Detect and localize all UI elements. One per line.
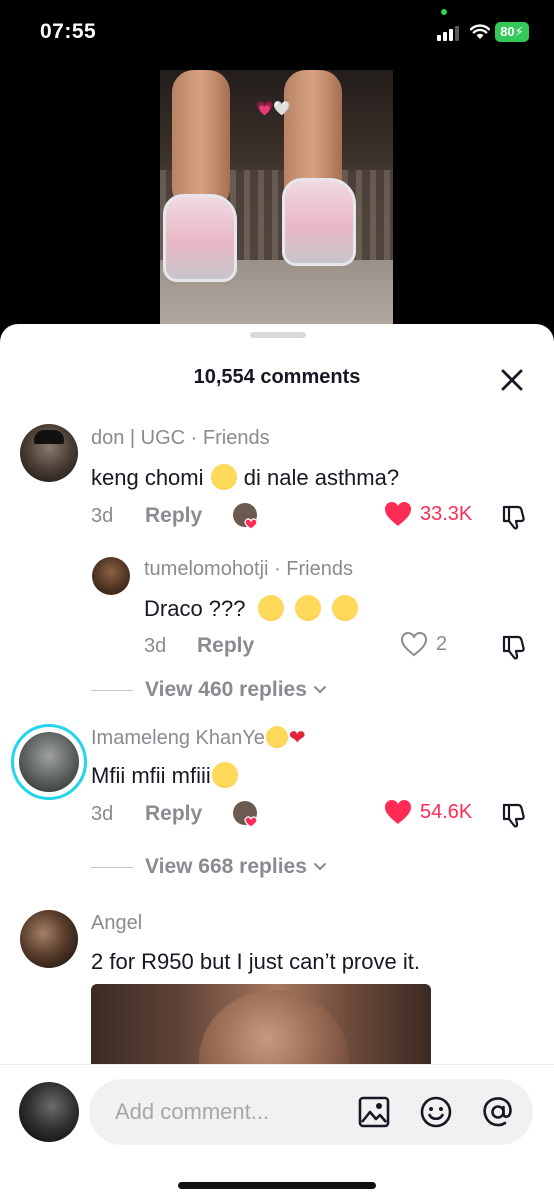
red-heart-emoji: ❤: [288, 727, 306, 749]
video-caption: 💗🤍: [256, 100, 291, 116]
video-shoe-right: [282, 178, 356, 266]
reply-button[interactable]: Reply: [145, 802, 202, 826]
image-icon[interactable]: [357, 1095, 391, 1129]
battery-level: 80: [500, 24, 515, 39]
like-button[interactable]: 54.6K: [384, 799, 472, 825]
emoji-icon[interactable]: [419, 1095, 453, 1129]
creator-liked-icon: [233, 801, 258, 828]
like-button[interactable]: 33.3K: [384, 501, 472, 527]
comment-username[interactable]: Imameleng KhanYe ❤: [91, 725, 306, 750]
pleading-face-emoji: [210, 464, 237, 490]
avatar-with-story-ring[interactable]: [11, 724, 87, 800]
view-replies-button[interactable]: View 460 replies: [91, 678, 327, 702]
status-bar: 07:55 80⚡: [0, 0, 554, 66]
crying-face-emoji: [294, 595, 321, 621]
comment-text-before: keng chomi: [91, 465, 204, 490]
comment-text-body: Draco ???: [144, 596, 246, 621]
camera-in-use-indicator: [441, 9, 447, 15]
chevron-down-icon: [313, 863, 326, 871]
video-preview[interactable]: 💗🤍: [160, 70, 393, 332]
comment-username-text: tumelomohotji: [144, 558, 269, 580]
view-replies-label: View 668 replies: [145, 855, 307, 878]
friends-label: Friends: [286, 558, 353, 580]
comment-age: 3d: [91, 803, 114, 825]
comment-text: Draco ???: [144, 595, 359, 622]
dislike-icon[interactable]: [500, 503, 528, 531]
comment-age: 3d: [91, 505, 114, 527]
divider-line: [91, 866, 133, 868]
comment-text-after: di nale asthma?: [243, 465, 400, 490]
comment-username-text: don | UGC: [91, 427, 186, 449]
like-count: 33.3K: [420, 502, 473, 525]
reply-button[interactable]: Reply: [145, 504, 202, 528]
divider-line: [91, 689, 133, 691]
dislike-icon[interactable]: [500, 801, 528, 829]
comment-username[interactable]: Angel: [91, 912, 142, 935]
comments-count-title: 10,554 comments: [193, 366, 361, 388]
comment-image-attachment[interactable]: [91, 984, 431, 1068]
wifi-icon: [470, 24, 490, 39]
like-count: 2: [436, 632, 448, 655]
drag-handle[interactable]: [250, 332, 306, 338]
view-replies-button[interactable]: View 668 replies: [91, 855, 327, 879]
add-comment-input[interactable]: [115, 1095, 345, 1129]
comment-text: Mfii mfii mfiii: [91, 762, 239, 789]
separator-dot: ·: [185, 427, 203, 449]
dislike-icon[interactable]: [500, 633, 528, 661]
heart-outline-icon: [400, 631, 428, 657]
comment-item: don | UGC · Friends keng chomi di nale a…: [0, 414, 554, 534]
comment-age: 3d: [144, 635, 167, 657]
home-indicator: [178, 1182, 376, 1189]
video-leg-left: [172, 70, 230, 210]
crying-face-emoji: [211, 762, 238, 788]
image-subject: [199, 990, 349, 1068]
crying-face-emoji: [331, 595, 358, 621]
avatar[interactable]: [20, 424, 78, 482]
comment-text: 2 for R950 but I just can’t prove it.: [91, 949, 420, 974]
comment-username[interactable]: tumelomohotji · Friends: [144, 558, 353, 581]
comment-username-text: Imameleng KhanYe: [91, 727, 265, 749]
heart-filled-icon: [385, 502, 411, 526]
chevron-down-icon: [313, 686, 326, 694]
friends-label: Friends: [202, 427, 270, 449]
cellular-signal-icon: [437, 25, 461, 41]
heart-eyes-cat-emoji: [265, 726, 288, 748]
battery-indicator: 80⚡: [495, 22, 529, 42]
status-time: 07:55: [40, 20, 97, 43]
comment-input-container[interactable]: [89, 1079, 533, 1145]
reply-item: tumelomohotji · Friends Draco ??? 3d Rep…: [0, 549, 554, 660]
view-replies-label: View 460 replies: [145, 678, 307, 701]
heart-filled-icon: [385, 800, 411, 824]
comments-list[interactable]: don | UGC · Friends keng chomi di nale a…: [0, 414, 554, 1064]
creator-liked-icon: [233, 503, 258, 530]
like-button[interactable]: 2: [400, 631, 447, 657]
comment-text-body: Mfii mfii mfiii: [91, 763, 211, 788]
close-icon[interactable]: [498, 366, 526, 394]
comment-text: keng chomi di nale asthma?: [91, 464, 399, 491]
like-count: 54.6K: [420, 800, 473, 823]
avatar[interactable]: [20, 910, 78, 968]
comment-username[interactable]: don | UGC · Friends: [91, 427, 270, 450]
crying-face-emoji: [257, 595, 284, 621]
comment-item: Imameleng KhanYe ❤ Mfii mfii mfiii 3d Rep…: [0, 719, 554, 839]
comment-composer: [0, 1064, 554, 1200]
avatar[interactable]: [92, 557, 130, 595]
current-user-avatar[interactable]: [19, 1082, 79, 1142]
separator-dot: ·: [268, 558, 287, 580]
reply-button[interactable]: Reply: [197, 634, 254, 658]
mention-icon[interactable]: [481, 1095, 515, 1129]
video-shoe-left: [163, 194, 237, 282]
